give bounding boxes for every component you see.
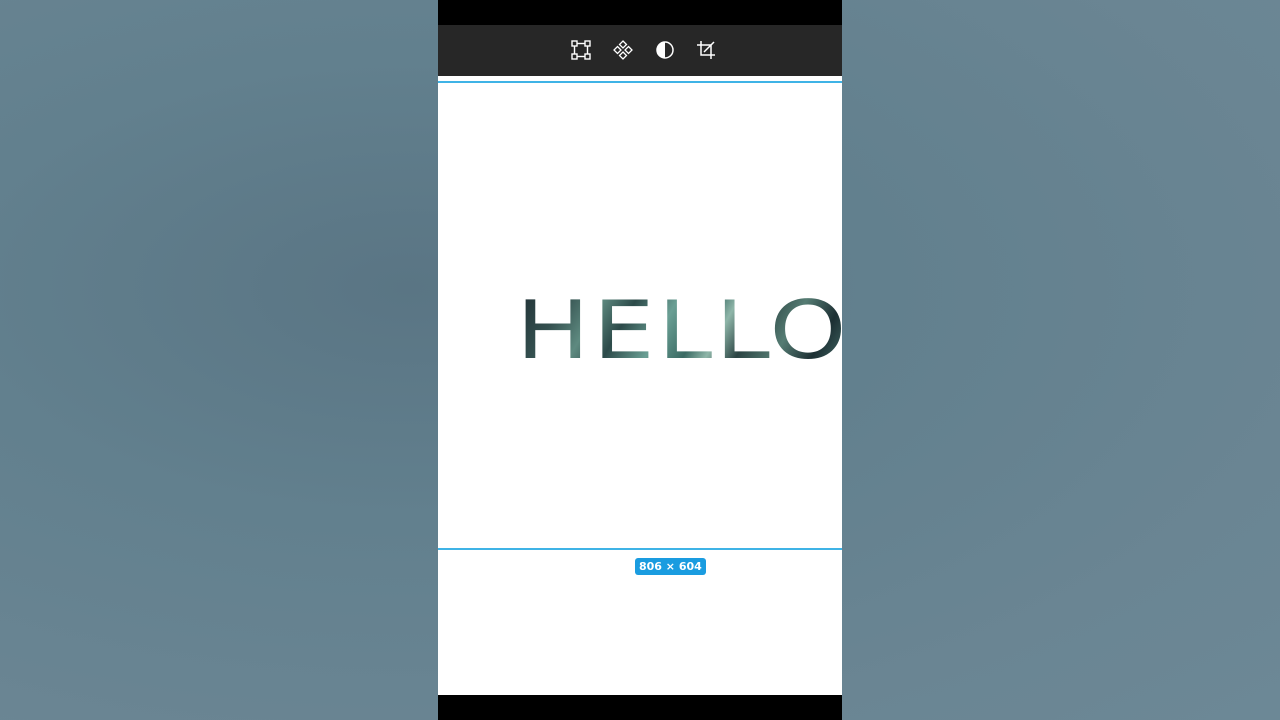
image-canvas[interactable]: HELLO 806 × 604 bbox=[438, 76, 842, 695]
crop-icon[interactable] bbox=[695, 39, 717, 61]
transform-icon[interactable] bbox=[570, 39, 592, 61]
component-icon[interactable] bbox=[612, 39, 634, 61]
edit-toolbar bbox=[438, 25, 842, 76]
phone-screen: HELLO 806 × 604 bbox=[438, 0, 842, 720]
bottom-bar bbox=[438, 695, 842, 720]
hello-text-image[interactable]: HELLO bbox=[516, 291, 842, 371]
dimension-badge: 806 × 604 bbox=[635, 558, 706, 575]
adjust-contrast-icon[interactable] bbox=[654, 39, 676, 61]
selection-guide-bottom[interactable] bbox=[438, 548, 842, 550]
selection-guide-top[interactable] bbox=[438, 81, 842, 83]
